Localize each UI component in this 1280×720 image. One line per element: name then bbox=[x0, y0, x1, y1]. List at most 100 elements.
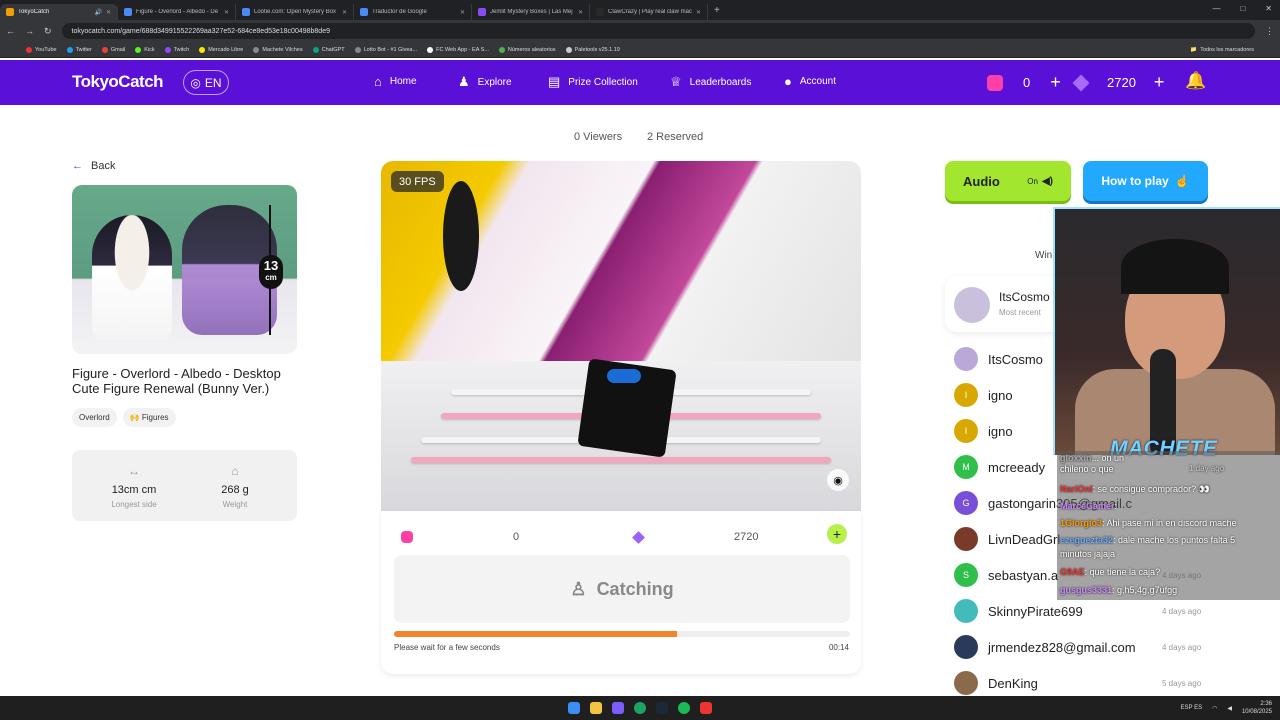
chat-username: MarceGamer bbox=[1060, 501, 1115, 511]
browser-tab[interactable]: Lootie.com: Open Mystery Box ✕ bbox=[236, 4, 354, 20]
url-text: tokyocatch.com/game/688d349915522269aa32… bbox=[71, 27, 330, 35]
nav-account[interactable]: ● Account bbox=[784, 74, 836, 89]
folder-icon: 📁 bbox=[1190, 46, 1198, 53]
forward-arrow-icon[interactable]: → bbox=[25, 26, 34, 36]
chat-username: ezeguezta32 bbox=[1060, 535, 1114, 545]
wifi-icon[interactable]: ◠ bbox=[1212, 705, 1217, 712]
site-header: TokyoCatch ◎ EN ⌂ Home ♟ Explore ▤ Prize Col… bbox=[0, 60, 1280, 105]
browser-tab[interactable]: Jemlit Mystery Boxes | Las Mej ✕ bbox=[472, 4, 590, 20]
app-icon[interactable] bbox=[612, 702, 624, 714]
chat-message: ezeguezta32: dale mache los puntos falta… bbox=[1060, 535, 1235, 545]
close-tab-icon[interactable]: ✕ bbox=[224, 9, 229, 16]
twitch-icon bbox=[164, 46, 171, 53]
steam-icon[interactable] bbox=[656, 702, 668, 714]
spec-label: Longest side bbox=[111, 500, 157, 509]
browser-tab[interactable]: Traductor de Google ✕ bbox=[354, 4, 472, 20]
winner-row: ItsCosmo bbox=[954, 347, 1043, 371]
chat-text: : g,h5,4g,g7ufgg bbox=[1112, 585, 1178, 595]
close-tab-icon[interactable]: ✕ bbox=[696, 9, 701, 16]
close-tab-icon[interactable]: ✕ bbox=[578, 9, 583, 16]
notification-bell-icon[interactable]: 🔔 bbox=[1185, 71, 1206, 91]
language-selector[interactable]: ◎ EN bbox=[183, 70, 229, 95]
bookmark-item[interactable]: Twitter bbox=[66, 46, 92, 53]
back-arrow-icon[interactable]: ← bbox=[6, 26, 15, 36]
nav-explore[interactable]: ♟ Explore bbox=[458, 74, 512, 90]
spec-label: Weight bbox=[222, 500, 248, 509]
add-points-button[interactable]: + bbox=[827, 524, 847, 544]
winner-row: SkinnyPirate699 4 days ago bbox=[954, 599, 1201, 623]
bookmark-item[interactable]: Kick bbox=[135, 46, 155, 53]
audio-icon: 🔊 bbox=[94, 9, 102, 16]
fps-badge: 30 FPS bbox=[391, 171, 444, 192]
nav-home[interactable]: ⌂ Home bbox=[374, 74, 417, 89]
close-tab-icon[interactable]: ✕ bbox=[342, 9, 347, 16]
bookmark-label: Gmail bbox=[110, 46, 126, 53]
browser-tab[interactable]: ClawCrazy | Play real claw mac ✕ bbox=[590, 4, 708, 20]
site-logo[interactable]: TokyoCatch bbox=[72, 72, 164, 92]
back-link[interactable]: ← Back bbox=[72, 160, 115, 172]
switch-camera-icon[interactable]: ◉ bbox=[827, 469, 849, 491]
bookmark-item[interactable]: Paletools v25.1.19 bbox=[565, 46, 620, 53]
audio-label: Audio bbox=[963, 173, 1000, 189]
chat-timestamp: 1 day ago bbox=[1189, 464, 1225, 473]
winner-row: Iigno bbox=[954, 419, 1013, 443]
catch-button[interactable]: ♙ Catching bbox=[394, 555, 850, 623]
favicon-icon bbox=[596, 8, 604, 16]
stream-chat: gloxxin... on un chileno o que NariOnl: se… bbox=[1057, 451, 1280, 600]
add-tickets-button[interactable]: + bbox=[1050, 72, 1061, 93]
chat-text: : se consigue comprador? 👀 bbox=[1092, 484, 1210, 494]
file-explorer-icon[interactable] bbox=[590, 702, 602, 714]
tray-lang[interactable]: ESP ES bbox=[1181, 705, 1203, 711]
machine-hole bbox=[443, 181, 479, 291]
bookmark-label: Kick bbox=[144, 46, 155, 53]
close-tab-icon[interactable]: ✕ bbox=[106, 9, 111, 16]
bookmark-item[interactable]: Machete Vilches bbox=[253, 46, 303, 53]
chrome-icon[interactable] bbox=[634, 702, 646, 714]
winner-name: DenKing bbox=[988, 675, 1038, 691]
close-window-icon[interactable]: ✕ bbox=[1265, 4, 1272, 13]
tag-chip[interactable]: Overlord bbox=[72, 408, 117, 427]
close-tab-icon[interactable]: ✕ bbox=[460, 9, 465, 16]
bookmark-item[interactable]: FC Web App - EA S... bbox=[427, 46, 489, 53]
bookmark-item[interactable]: Twitch bbox=[164, 46, 189, 53]
maximize-icon[interactable]: □ bbox=[1240, 4, 1245, 13]
bookmark-favicon-icon bbox=[498, 46, 505, 53]
bookmark-item[interactable]: Mercado Libre bbox=[199, 46, 243, 53]
start-icon[interactable] bbox=[568, 702, 580, 714]
nav-prize-collection[interactable]: ▤ Prize Collection bbox=[548, 74, 638, 90]
winner-name: ItsCosmo bbox=[988, 351, 1043, 367]
bookmark-item[interactable]: Lotto Bot - #1 Givea... bbox=[354, 46, 417, 53]
bookmark-item[interactable]: ChatGPT bbox=[312, 46, 345, 53]
winner-time-ago: 5 days ago bbox=[1162, 678, 1202, 688]
minimize-icon[interactable]: — bbox=[1212, 4, 1220, 13]
url-field[interactable]: tokyocatch.com/game/688d349915522269aa32… bbox=[61, 23, 1255, 39]
winner-time-ago: 4 days ago bbox=[1162, 606, 1202, 616]
browser-tabbar: TokyoCatch 🔊 ✕ Figure - Overlord - Albedo … bbox=[0, 0, 1280, 20]
youtube-icon bbox=[26, 46, 32, 53]
bookmark-item[interactable]: YouTube bbox=[26, 46, 57, 53]
bookmark-item[interactable]: Números aleatorios bbox=[498, 46, 556, 53]
extensions-icon[interactable]: ⋮ bbox=[1265, 26, 1274, 37]
reload-icon[interactable]: ↻ bbox=[44, 26, 52, 37]
add-points-button[interactable]: + bbox=[1154, 72, 1165, 93]
winner-row: Iigno bbox=[954, 383, 1013, 407]
bookmark-label: YouTube bbox=[35, 46, 57, 53]
spotify-icon[interactable] bbox=[678, 702, 690, 714]
nav-leaderboards[interactable]: ♕ Leaderboards bbox=[670, 74, 751, 90]
browser-tab[interactable]: Figure - Overlord - Albedo - De ✕ bbox=[118, 4, 236, 20]
app-icon[interactable] bbox=[700, 702, 712, 714]
how-to-play-button[interactable]: How to play ☝ bbox=[1083, 161, 1208, 201]
winner-name: mcreeady bbox=[988, 459, 1046, 475]
audio-toggle[interactable]: Audio On ◀) bbox=[945, 161, 1071, 201]
winner-name: jrmendez828@gmail.com bbox=[988, 639, 1136, 655]
tag-chip[interactable]: 🙌 Figures bbox=[122, 408, 176, 427]
clock[interactable]: 2:36 10/08/2025 bbox=[1242, 700, 1272, 716]
chat-text: : dale mache los puntos falta 5 bbox=[1113, 535, 1236, 545]
all-bookmarks[interactable]: 📁 Todos los marcadores bbox=[1190, 47, 1254, 53]
windows-taskbar: ESP ES ◠ ◀ 2:36 10/08/2025 bbox=[0, 696, 1280, 720]
volume-icon[interactable]: ◀ bbox=[1227, 705, 1232, 712]
browser-tab[interactable]: TokyoCatch 🔊 ✕ bbox=[0, 4, 118, 20]
nav-label: Leaderboards bbox=[689, 76, 752, 88]
bookmark-item[interactable]: Gmail bbox=[101, 46, 126, 53]
new-tab-button[interactable]: + bbox=[708, 5, 726, 16]
